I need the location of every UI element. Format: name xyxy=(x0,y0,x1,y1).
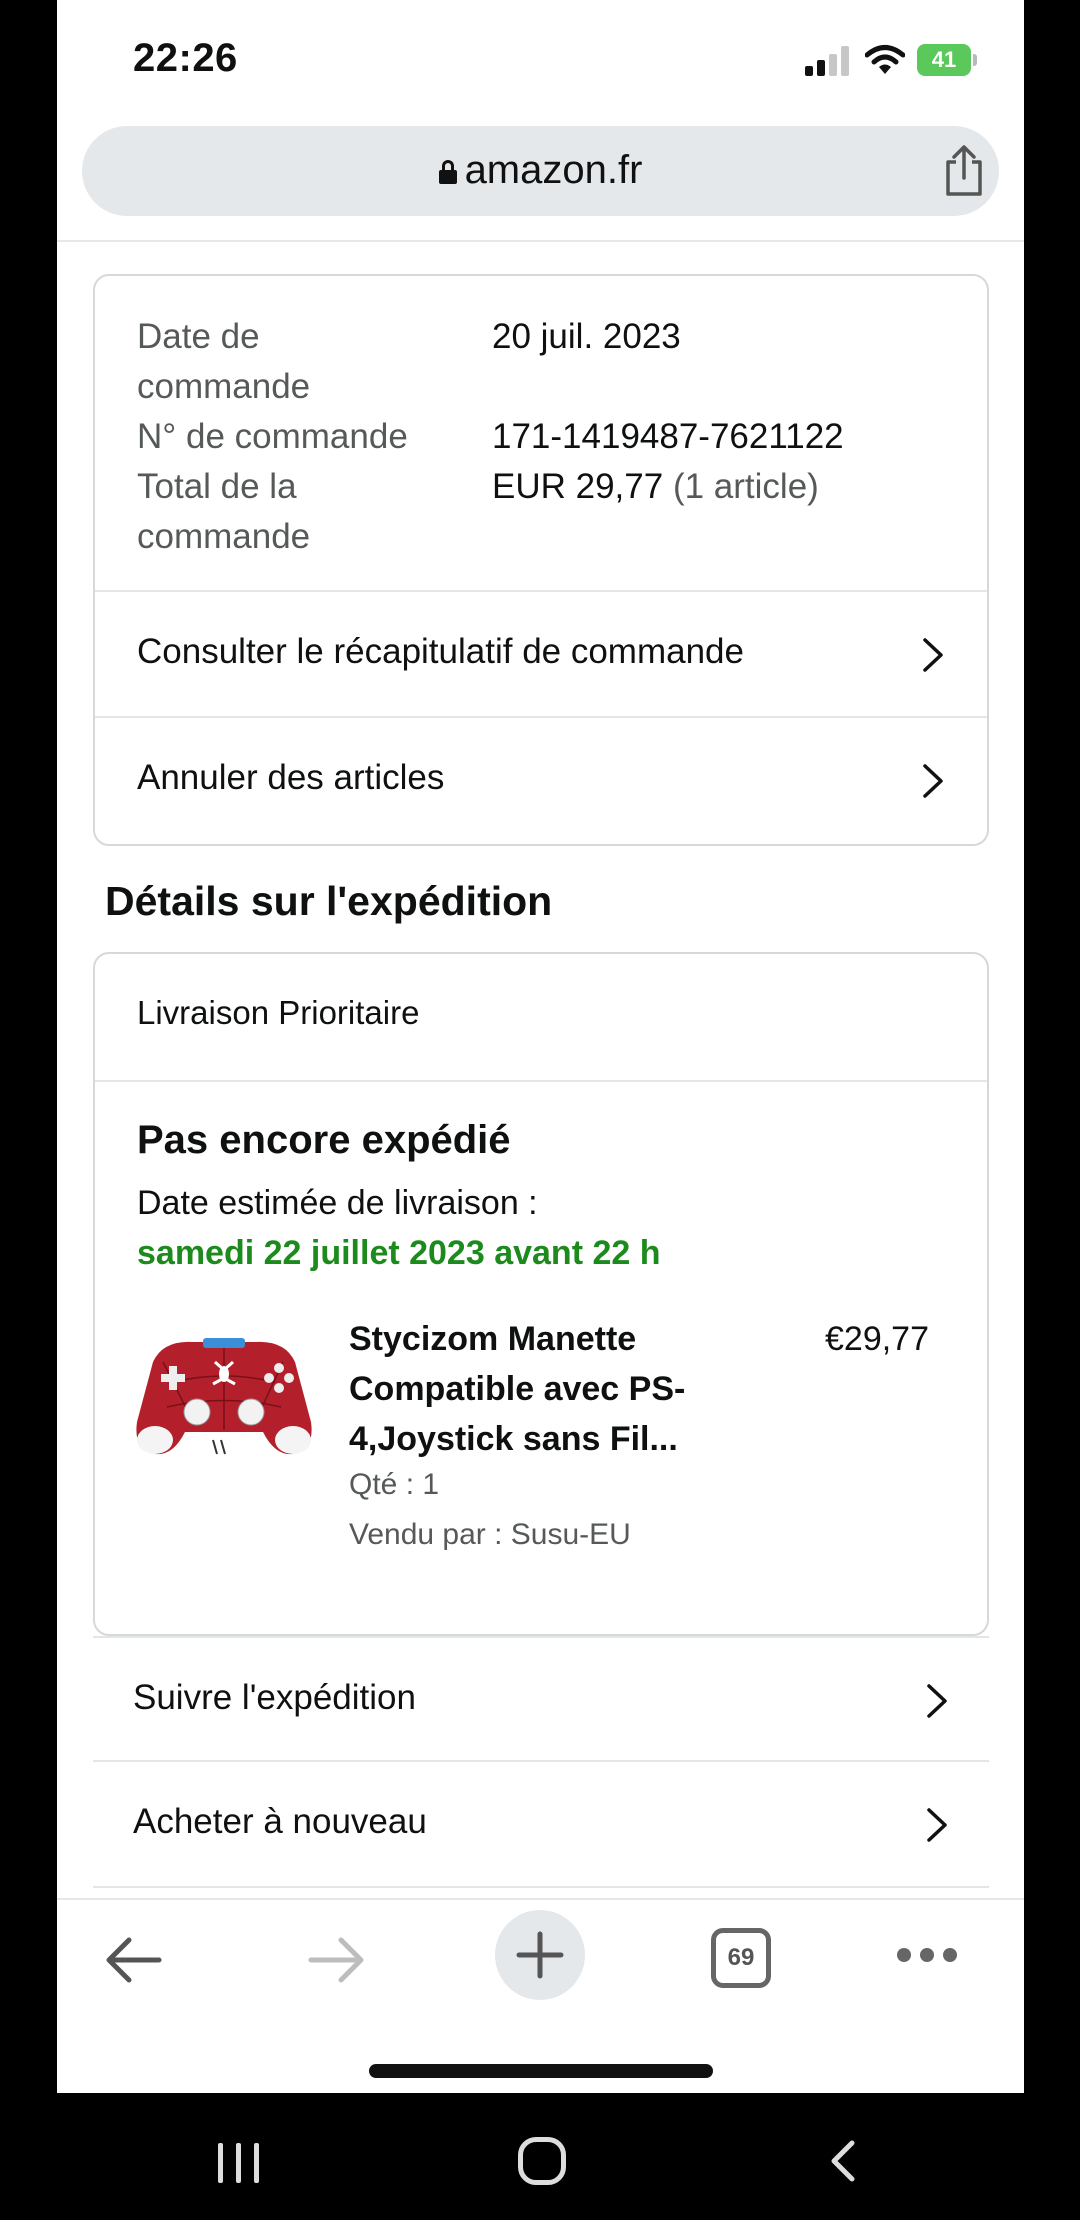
cancel-items-label: Annuler des articles xyxy=(137,758,445,797)
back-arrow-icon[interactable] xyxy=(103,1934,163,1986)
lock-icon xyxy=(438,160,457,184)
home-icon[interactable] xyxy=(518,2137,566,2185)
order-number-value: 171-1419487-7621122 xyxy=(492,417,844,456)
browser-toolbar: 69 xyxy=(57,1898,1024,2093)
product-image[interactable] xyxy=(133,1322,315,1472)
chevron-right-icon xyxy=(923,638,943,672)
chevron-right-icon xyxy=(927,1808,947,1842)
shipping-details-heading: Détails sur l'expédition xyxy=(105,878,553,924)
recents-icon[interactable] xyxy=(218,2143,264,2183)
product-seller: Vendu par : Susu-EU xyxy=(349,1518,631,1551)
cancel-items-link[interactable]: Annuler des articles xyxy=(95,716,987,842)
plus-icon xyxy=(516,1931,564,1979)
status-bar: 22:26 41 xyxy=(57,0,1024,120)
order-total-value: EUR 29,77 xyxy=(492,467,664,506)
order-info-grid: Date de commande 20 juil. 2023 N° de com… xyxy=(137,312,844,562)
android-back-icon[interactable] xyxy=(826,2139,860,2183)
shipping-method: Livraison Prioritaire xyxy=(137,994,420,1031)
shipment-status: Pas encore expédié xyxy=(137,1118,511,1162)
status-time: 22:26 xyxy=(133,36,238,80)
product-price: €29,77 xyxy=(825,1320,929,1358)
wifi-icon xyxy=(865,45,905,74)
estimated-delivery-date: samedi 22 juillet 2023 avant 22 h xyxy=(137,1234,661,1272)
forward-arrow-icon[interactable] xyxy=(307,1934,367,1986)
url-domain: amazon.fr xyxy=(464,148,643,192)
battery-icon: 41 xyxy=(917,44,977,76)
track-shipment-button[interactable]: Suivre l'expédition xyxy=(93,1636,989,1762)
address-bar[interactable]: amazon.fr xyxy=(82,126,999,216)
home-indicator xyxy=(369,2064,713,2078)
order-total-label: Total de la commande xyxy=(137,467,311,556)
order-date-label: Date de commande xyxy=(137,317,311,406)
track-shipment-label: Suivre l'expédition xyxy=(133,1678,416,1717)
product-quantity: Qté : 1 xyxy=(349,1468,440,1501)
more-icon[interactable] xyxy=(897,1948,957,1964)
chevron-right-icon xyxy=(927,1684,947,1718)
shipment-card: Livraison Prioritaire Pas encore expédié… xyxy=(93,952,989,1636)
battery-level: 41 xyxy=(917,44,971,76)
order-number-label: N° de commande xyxy=(137,417,408,456)
divider xyxy=(95,1080,987,1082)
share-icon[interactable] xyxy=(942,144,986,198)
buy-again-button[interactable]: Acheter à nouveau xyxy=(93,1762,989,1888)
browser-window: 22:26 41 amazon.fr Date de commande 20 j… xyxy=(57,0,1024,2093)
estimated-delivery-label: Date estimée de livraison : xyxy=(137,1184,538,1222)
signal-icon xyxy=(805,46,853,76)
order-info-card: Date de commande 20 juil. 2023 N° de com… xyxy=(93,274,989,846)
tabs-button[interactable]: 69 xyxy=(711,1928,771,1988)
view-order-summary-label: Consulter le récapitulatif de commande xyxy=(137,632,744,671)
chevron-right-icon xyxy=(923,764,943,798)
order-item-count: (1 article) xyxy=(672,467,819,506)
product-title-link[interactable]: Stycizom Manette Compatible avec PS-4,Jo… xyxy=(349,1314,729,1464)
new-tab-button[interactable] xyxy=(495,1910,585,2000)
view-order-summary-link[interactable]: Consulter le récapitulatif de commande xyxy=(95,590,987,716)
android-nav-bar xyxy=(0,2093,1080,2220)
buy-again-label: Acheter à nouveau xyxy=(133,1802,427,1841)
order-date-value: 20 juil. 2023 xyxy=(492,317,681,356)
divider xyxy=(57,240,1024,242)
